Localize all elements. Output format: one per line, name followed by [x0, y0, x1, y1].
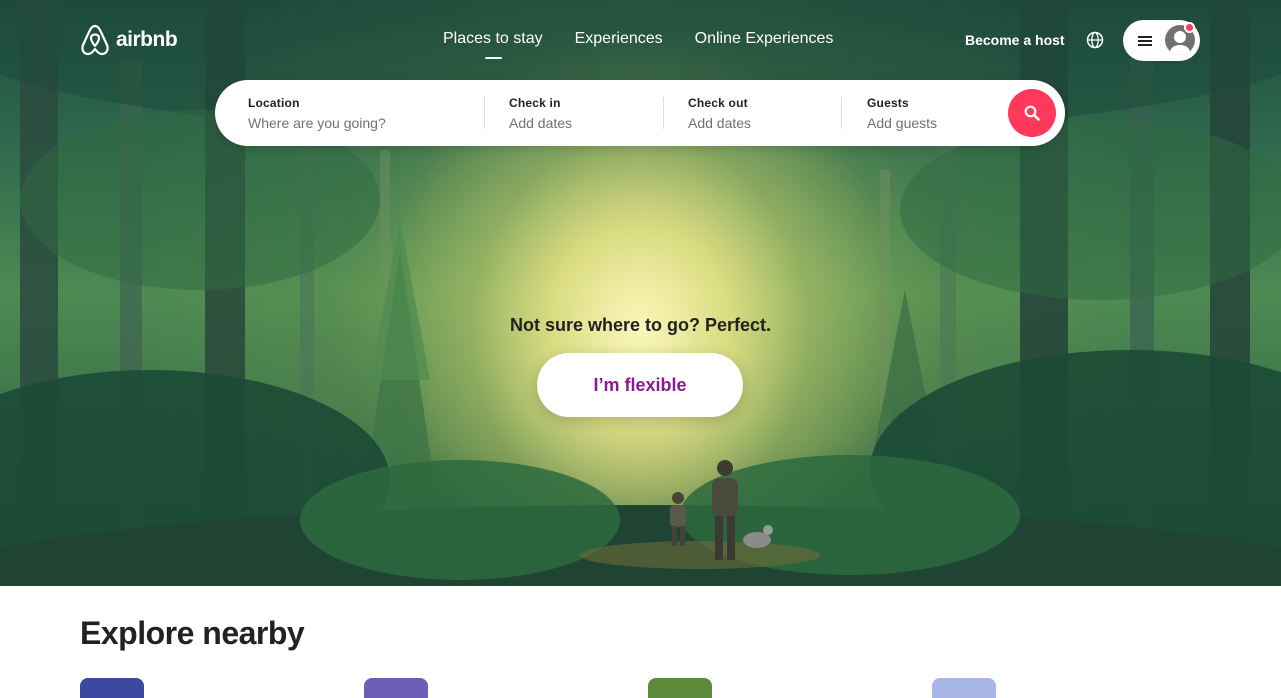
tab-experiences[interactable]: Experiences	[575, 30, 663, 48]
user-menu-button[interactable]	[1123, 20, 1200, 61]
brand-name: airbnb	[116, 28, 178, 51]
explore-thumbnail[interactable]	[80, 678, 144, 698]
nav-tabs: Places to stay Experiences Online Experi…	[443, 30, 834, 59]
guests-value: Add guests	[867, 115, 938, 131]
explore-nearby-heading: Explore nearby	[80, 615, 305, 651]
check-out-label: Check out	[688, 96, 748, 110]
search-divider	[841, 97, 842, 129]
guests-field[interactable]: Guests Add guests	[867, 80, 997, 146]
search-divider	[663, 97, 664, 129]
search-button[interactable]	[1008, 89, 1056, 137]
tab-places-to-stay[interactable]: Places to stay	[443, 30, 543, 59]
guests-label: Guests	[867, 96, 909, 110]
become-a-host-link[interactable]: Become a host	[965, 32, 1065, 48]
explore-thumbnail[interactable]	[932, 678, 996, 698]
airbnb-logo-icon	[81, 24, 109, 56]
hero-banner: airbnb Places to stay Experiences Online…	[0, 0, 1281, 586]
im-flexible-button[interactable]: I’m flexible	[537, 353, 743, 417]
explore-thumbnail[interactable]	[648, 678, 712, 698]
check-in-value: Add dates	[509, 115, 573, 131]
tab-online-experiences[interactable]: Online Experiences	[695, 30, 834, 48]
im-flexible-label: I’m flexible	[593, 374, 687, 395]
search-divider	[484, 97, 485, 129]
check-in-field[interactable]: Check in Add dates	[509, 80, 659, 146]
location-label: Location	[248, 96, 300, 110]
airbnb-logo[interactable]: airbnb	[80, 24, 178, 56]
globe-icon[interactable]	[1086, 31, 1104, 49]
search-icon	[1024, 105, 1040, 121]
hero-tagline: Not sure where to go? Perfect.	[509, 315, 772, 335]
location-input[interactable]	[248, 115, 448, 131]
hamburger-menu-icon	[1138, 35, 1152, 46]
search-bar: Location Check in Add dates Check out Ad…	[215, 80, 1065, 146]
notification-dot	[1184, 22, 1195, 33]
check-out-field[interactable]: Check out Add dates	[688, 80, 838, 146]
explore-thumbnail[interactable]	[364, 678, 428, 698]
check-in-label: Check in	[509, 96, 561, 110]
location-field[interactable]: Location	[248, 80, 488, 146]
check-out-value: Add dates	[688, 115, 752, 131]
